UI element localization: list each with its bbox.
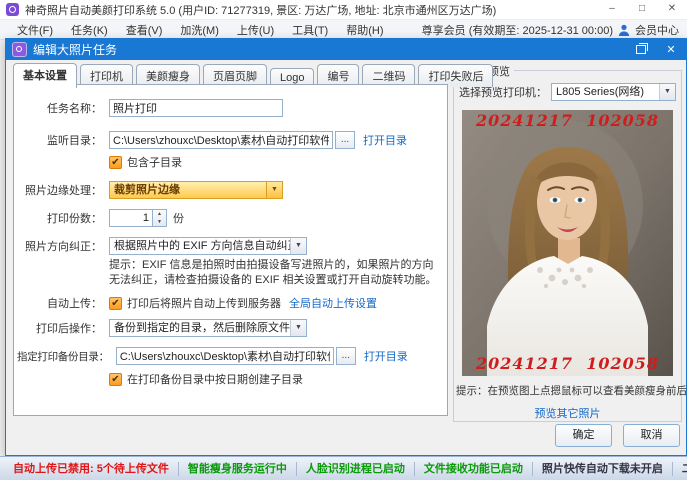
member-center-link[interactable]: 会员中心 [635, 22, 679, 38]
app-icon [6, 3, 19, 16]
dialog-icon [12, 42, 27, 57]
menu-item-2[interactable]: 查看(V) [117, 22, 172, 38]
orientation-label: 照片方向纠正： [25, 241, 102, 253]
printer-chevron-down-icon[interactable]: ▼ [659, 84, 675, 100]
window-controls: – □ ✕ [597, 0, 687, 19]
dialog-title: 编辑大照片任务 [33, 43, 118, 57]
task-name-input[interactable] [109, 99, 283, 117]
edge-chevron-down-icon[interactable]: ▼ [266, 182, 282, 198]
preview-hint-text: 提示：在预览图上点摁鼠标可以查看美颜瘦身前后的效果 [456, 385, 687, 397]
dialog-controls: ✕ [626, 39, 686, 60]
menu-bar: 文件(F) 任务(K) 查看(V) 加洗(M) 上传(U) 工具(T) 帮助(H) 尊享会员… [0, 20, 687, 40]
cancel-button[interactable]: 取消 [623, 424, 680, 447]
watch-dir-input[interactable] [109, 131, 333, 149]
edge-row: 照片边缘处理： 裁剪照片边缘 ▼ [20, 181, 443, 199]
after-print-row: 打印后操作： 备份到指定的目录，然后删除原文件 ▼ [20, 319, 443, 337]
backup-dir-label: 指定打印备份目录： [17, 350, 109, 363]
watch-dir-label: 监听目录： [47, 135, 102, 147]
task-name-label: 任务名称： [47, 103, 102, 115]
status-item-3: 文件接收功能已启动 [415, 461, 533, 476]
member-area: 尊享会员 (有效期至: 2025-12-31 00:00) 会员中心 [422, 22, 679, 38]
basic-settings-panel: 任务名称： 监听目录： ... 打开目录 ✔ 包含子目录 照片边缘处理： 裁剪照… [13, 84, 448, 416]
backup-dir-browse-button[interactable]: ... [335, 347, 356, 365]
watch-dir-row: 监听目录： ... 打开目录 [20, 131, 443, 149]
menu-item-5[interactable]: 工具(T) [283, 22, 337, 38]
auto-upload-checkbox-label: 打印后将照片自动上传到服务器 [127, 298, 281, 310]
menu-item-4[interactable]: 上传(U) [228, 22, 283, 38]
task-name-row: 任务名称： [20, 99, 443, 117]
dialog-close-icon[interactable]: ✕ [656, 39, 686, 60]
watch-dir-open-link[interactable]: 打开目录 [363, 132, 407, 148]
edge-label: 照片边缘处理： [25, 185, 102, 197]
status-item-0: 自动上传已禁用: 5个待上传文件 [4, 461, 179, 476]
after-print-value: 备份到指定的目录，然后删除原文件 [114, 322, 290, 334]
printer-combobox[interactable]: L805 Series(网络) ▼ [551, 83, 676, 101]
orientation-chevron-down-icon[interactable]: ▼ [290, 238, 306, 254]
photo-preview[interactable]: 20241217 102058 20241217 102058 [462, 110, 673, 376]
status-item-2: 人脸识别进程已启动 [297, 461, 415, 476]
auto-upload-checkbox[interactable]: ✔ [109, 296, 122, 310]
maximize-icon[interactable]: □ [627, 0, 657, 19]
dialog-titlebar: 编辑大照片任务 ✕ [6, 39, 686, 60]
status-item-4: 照片快传自动下载未开启 [533, 461, 673, 476]
global-upload-settings-link[interactable]: 全局自动上传设置 [289, 295, 377, 311]
copies-row: 打印份数： ▲ ▼ 份 [20, 209, 443, 227]
orientation-row: 照片方向纠正： 根据照片中的 EXIF 方向信息自动纠正 ▼ [20, 237, 443, 255]
ok-button[interactable]: 确定 [555, 424, 612, 447]
dialog-body: 基本设置打印机美颜瘦身页眉页脚Logo编号二维码打印失败后 任务名称： 监听目录… [6, 60, 687, 456]
orientation-combobox[interactable]: 根据照片中的 EXIF 方向信息自动纠正 ▼ [109, 237, 307, 255]
backup-dir-input[interactable] [115, 347, 334, 365]
tab-0[interactable]: 基本设置 [13, 63, 77, 88]
after-print-chevron-down-icon[interactable]: ▼ [290, 320, 306, 336]
member-person-icon [618, 24, 630, 36]
edge-value: 裁剪照片边缘 [114, 184, 180, 196]
spin-up-icon[interactable]: ▲ [153, 210, 166, 218]
printer-value: L805 Series(网络) [556, 86, 645, 98]
window-title: 神奇照片自动美颜打印系统 5.0 (用户ID: 71277319, 景区: 万达… [25, 4, 497, 17]
backup-dir-row: 指定打印备份目录： ... 打开目录 [17, 347, 443, 365]
status-item-5: 二维码登记功能未开启 [673, 462, 687, 476]
after-print-label: 打印后操作： [36, 323, 102, 335]
edit-task-dialog: 编辑大照片任务 ✕ 基本设置 打印机 美颜瘦身 页眉页脚 Logo 编号 二维码 打印失败后 … [5, 38, 687, 456]
copies-stepper[interactable]: ▲ ▼ [109, 209, 167, 227]
date-subdir-label: 在打印备份目录中按日期创建子目录 [127, 374, 303, 386]
edge-combobox[interactable]: 裁剪照片边缘 ▼ [109, 181, 283, 199]
status-item-1: 智能瘦身服务运行中 [179, 461, 297, 476]
orientation-value: 根据照片中的 EXIF 方向信息自动纠正 [114, 240, 290, 252]
minimize-icon[interactable]: – [597, 0, 627, 19]
dialog-restore-icon[interactable] [626, 39, 656, 60]
menu-bar-items: 文件(F) 任务(K) 查看(V) 加洗(M) 上传(U) 工具(T) 帮助(H) [8, 22, 393, 38]
copies-unit: 份 [173, 213, 184, 225]
preview-other-photos-link[interactable]: 预览其它照片 [454, 405, 681, 421]
exif-hint-text: 提示：EXIF 信息是拍照时由拍摄设备写进照片的，如果照片的方向无法纠正，请检查… [109, 259, 437, 286]
menu-item-6[interactable]: 帮助(H) [337, 22, 392, 38]
menu-item-0[interactable]: 文件(F) [8, 22, 62, 38]
status-bar: 自动上传已禁用: 5个待上传文件 智能瘦身服务运行中 人脸识别进程已启动 文件接收功能… [0, 456, 687, 480]
after-print-combobox[interactable]: 备份到指定的目录，然后删除原文件 ▼ [109, 319, 307, 337]
backup-dir-open-link[interactable]: 打开目录 [364, 348, 408, 364]
member-info: 尊享会员 (有效期至: 2025-12-31 00:00) [421, 24, 613, 37]
auto-upload-label: 自动上传： [47, 298, 102, 310]
copies-label: 打印份数： [47, 213, 102, 225]
timestamp-top: 20241217 102058 [476, 111, 659, 130]
print-preview-group: 打印预览 选择预览打印机： L805 Series(网络) ▼ [453, 63, 687, 422]
date-subdir-checkbox[interactable]: ✔ [109, 372, 122, 386]
include-sub-label: 包含子目录 [127, 157, 182, 169]
close-icon[interactable]: ✕ [657, 0, 687, 19]
dialog-buttons: 确定 取消 [555, 424, 680, 447]
timestamp-bottom: 20241217 102058 [476, 354, 659, 373]
menu-item-3[interactable]: 加洗(M) [171, 22, 228, 38]
include-sub-row: ✔ 包含子目录 [109, 154, 443, 170]
include-sub-checkbox[interactable]: ✔ [109, 155, 122, 169]
window-titlebar: 神奇照片自动美颜打印系统 5.0 (用户ID: 71277319, 景区: 万达… [0, 0, 687, 20]
spin-down-icon[interactable]: ▼ [153, 218, 166, 226]
copies-spin-buttons: ▲ ▼ [153, 209, 167, 227]
date-subdir-row: ✔ 在打印备份目录中按日期创建子目录 [109, 371, 443, 387]
auto-upload-row: 自动上传： ✔ 打印后将照片自动上传到服务器 全局自动上传设置 [20, 295, 443, 311]
watch-dir-browse-button[interactable]: ... [335, 131, 355, 149]
copies-input[interactable] [109, 209, 153, 227]
menu-item-1[interactable]: 任务(K) [62, 22, 117, 38]
portrait-photo [462, 110, 673, 376]
